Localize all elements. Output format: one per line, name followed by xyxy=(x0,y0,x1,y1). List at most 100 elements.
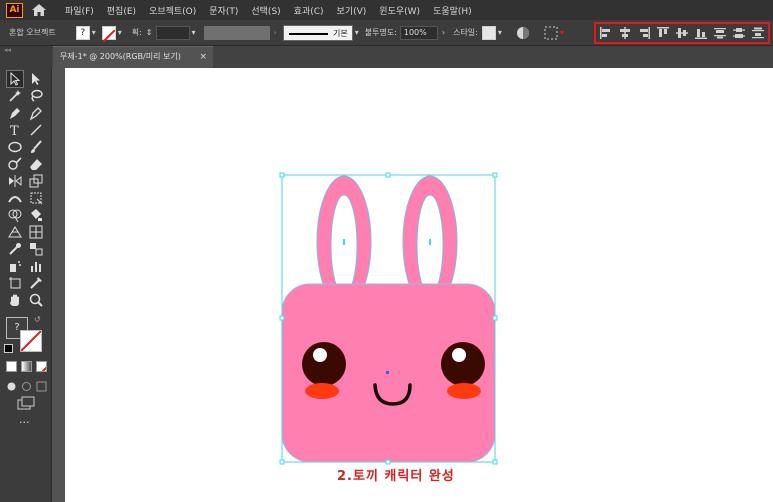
rabbit-left-eye xyxy=(302,342,346,386)
menu-file[interactable]: 파일(F) xyxy=(65,4,94,17)
canvas-pasteboard xyxy=(53,68,65,502)
align-bottom-icon[interactable] xyxy=(695,27,708,39)
rabbit-right-eye xyxy=(441,342,485,386)
blend-tool-icon[interactable] xyxy=(28,241,44,257)
shaper-tool-icon[interactable] xyxy=(7,156,23,172)
distribute-top-icon[interactable] xyxy=(714,27,727,39)
recolor-icon[interactable] xyxy=(516,26,530,40)
close-icon[interactable]: × xyxy=(199,47,207,67)
eyedropper-tool-icon[interactable] xyxy=(7,241,23,257)
chevron-down-icon[interactable]: ▾ xyxy=(118,28,122,37)
none-stroke-icon xyxy=(102,28,116,43)
selection-tool-icon[interactable] xyxy=(6,70,24,88)
chevron-down-icon[interactable]: ▾ xyxy=(92,28,96,37)
menu-window[interactable]: 윈도우(W) xyxy=(379,4,420,17)
stroke-color-swatch[interactable] xyxy=(20,330,42,352)
align-right-icon[interactable] xyxy=(638,27,650,39)
chevron-down-icon[interactable]: ▾ xyxy=(560,28,564,37)
menu-effect[interactable]: 효과(C) xyxy=(294,4,324,17)
scale-tool-icon[interactable] xyxy=(28,173,44,189)
stroke-swatch[interactable] xyxy=(101,25,116,43)
magic-wand-tool-icon[interactable] xyxy=(7,88,23,104)
align-to-icon[interactable] xyxy=(544,26,558,40)
menu-type[interactable]: 문자(T) xyxy=(209,4,238,17)
chevron-right-icon: › xyxy=(273,28,277,37)
artboard xyxy=(65,68,773,502)
align-left-icon[interactable] xyxy=(599,27,612,39)
curvature-tool-icon[interactable] xyxy=(28,105,44,121)
rabbit-right-cheek xyxy=(447,383,481,399)
reflect-tool-icon[interactable] xyxy=(7,173,23,189)
panel-collapse-handle[interactable]: ◂◂ xyxy=(0,46,52,68)
default-colors-icon[interactable] xyxy=(4,344,13,353)
perspective-grid-tool-icon[interactable] xyxy=(7,224,23,240)
slice-tool-icon[interactable] xyxy=(28,275,44,291)
zoom-tool-icon[interactable] xyxy=(28,292,44,308)
lasso-tool-icon[interactable] xyxy=(28,88,44,104)
align-horizontal-center-icon[interactable] xyxy=(619,27,631,39)
align-buttons-group xyxy=(594,22,770,44)
menu-select[interactable]: 선택(S) xyxy=(251,4,280,17)
center-point xyxy=(386,371,389,374)
draw-normal-icon[interactable] xyxy=(6,377,17,391)
shape-builder-tool-icon[interactable] xyxy=(7,207,23,223)
symbol-sprayer-tool-icon[interactable] xyxy=(7,258,23,274)
chevron-down-icon[interactable]: ▾ xyxy=(498,28,502,37)
tab-document-title: 무제-1* @ 200%(RGB/미리 보기) xyxy=(60,52,181,61)
svg-text:T: T xyxy=(10,124,19,138)
line-segment-tool-icon[interactable] xyxy=(28,122,44,138)
none-stroke-icon xyxy=(20,330,42,352)
object-type-label: 혼합 오브젝트 xyxy=(9,28,56,37)
stroke-style-dropdown[interactable]: 기본 xyxy=(282,24,353,41)
ellipse-tool-icon[interactable] xyxy=(7,139,23,155)
artboard-caption: 2.토끼 캐릭터 완성 xyxy=(337,469,455,484)
artboard-tool-icon[interactable] xyxy=(7,275,23,291)
menu-view[interactable]: 보기(V) xyxy=(337,4,367,17)
chevron-right-icon[interactable]: › xyxy=(442,28,445,37)
align-top-icon[interactable] xyxy=(656,27,669,39)
swap-fill-stroke-icon[interactable]: ↺ xyxy=(34,315,41,324)
hand-tool-icon[interactable] xyxy=(7,292,23,308)
app-logo: Ai xyxy=(6,2,23,18)
eraser-tool-icon[interactable] xyxy=(28,156,44,172)
gradient-mode-icon[interactable] xyxy=(21,361,32,372)
screen-mode-icon[interactable] xyxy=(17,395,35,410)
fill-swatch[interactable]: ? xyxy=(75,25,90,40)
chevron-down-icon[interactable]: ▾ xyxy=(192,28,196,37)
menu-object[interactable]: 오브젝트(O) xyxy=(149,4,196,17)
draw-inside-icon[interactable] xyxy=(36,377,47,392)
rabbit-left-cheek xyxy=(305,383,339,399)
mesh-tool-icon[interactable] xyxy=(28,224,44,240)
chevron-down-icon[interactable]: ▾ xyxy=(355,28,359,37)
menu-edit[interactable]: 편집(E) xyxy=(107,4,136,17)
none-mode-icon[interactable] xyxy=(36,361,47,372)
edit-toolbar-button[interactable]: ... xyxy=(19,413,30,426)
distribute-bottom-icon[interactable] xyxy=(752,27,765,39)
opacity-label: 불투명도: xyxy=(364,28,397,37)
column-graph-tool-icon[interactable] xyxy=(28,258,44,274)
graphic-style-swatch[interactable] xyxy=(481,25,496,40)
stroke-weight-label: 획: xyxy=(131,28,142,37)
draw-behind-icon[interactable] xyxy=(21,377,32,391)
opacity-input[interactable]: 100% xyxy=(399,25,438,40)
stroke-weight-input[interactable] xyxy=(155,25,190,40)
stroke-line-preview xyxy=(288,32,328,35)
color-mode-icon[interactable] xyxy=(6,361,17,372)
variable-width-field[interactable] xyxy=(203,25,270,40)
live-paint-bucket-tool-icon[interactable] xyxy=(28,207,44,223)
free-transform-tool-icon[interactable] xyxy=(28,190,44,206)
stepper-icon[interactable]: ⇕ xyxy=(146,28,153,37)
paintbrush-tool-icon[interactable] xyxy=(28,139,44,155)
tools-panel: ◂◂ T ? ↺ ... xyxy=(0,46,52,502)
distribute-vertical-center-icon[interactable] xyxy=(733,27,746,39)
pen-tool-icon[interactable] xyxy=(7,105,23,121)
align-vertical-center-icon[interactable] xyxy=(675,27,688,39)
menu-bar: Ai 파일(F) 편집(E) 오브젝트(O) 문자(T) 선택(S) 효과(C)… xyxy=(0,0,773,20)
width-tool-icon[interactable] xyxy=(7,190,23,206)
direct-selection-tool-icon[interactable] xyxy=(28,71,44,87)
tab-document[interactable]: 무제-1* @ 200%(RGB/미리 보기) × xyxy=(53,46,213,68)
type-tool-icon[interactable]: T xyxy=(7,122,23,139)
menu-help[interactable]: 도움말(H) xyxy=(433,4,472,17)
artwork[interactable] xyxy=(65,68,773,502)
home-icon[interactable] xyxy=(31,3,47,17)
